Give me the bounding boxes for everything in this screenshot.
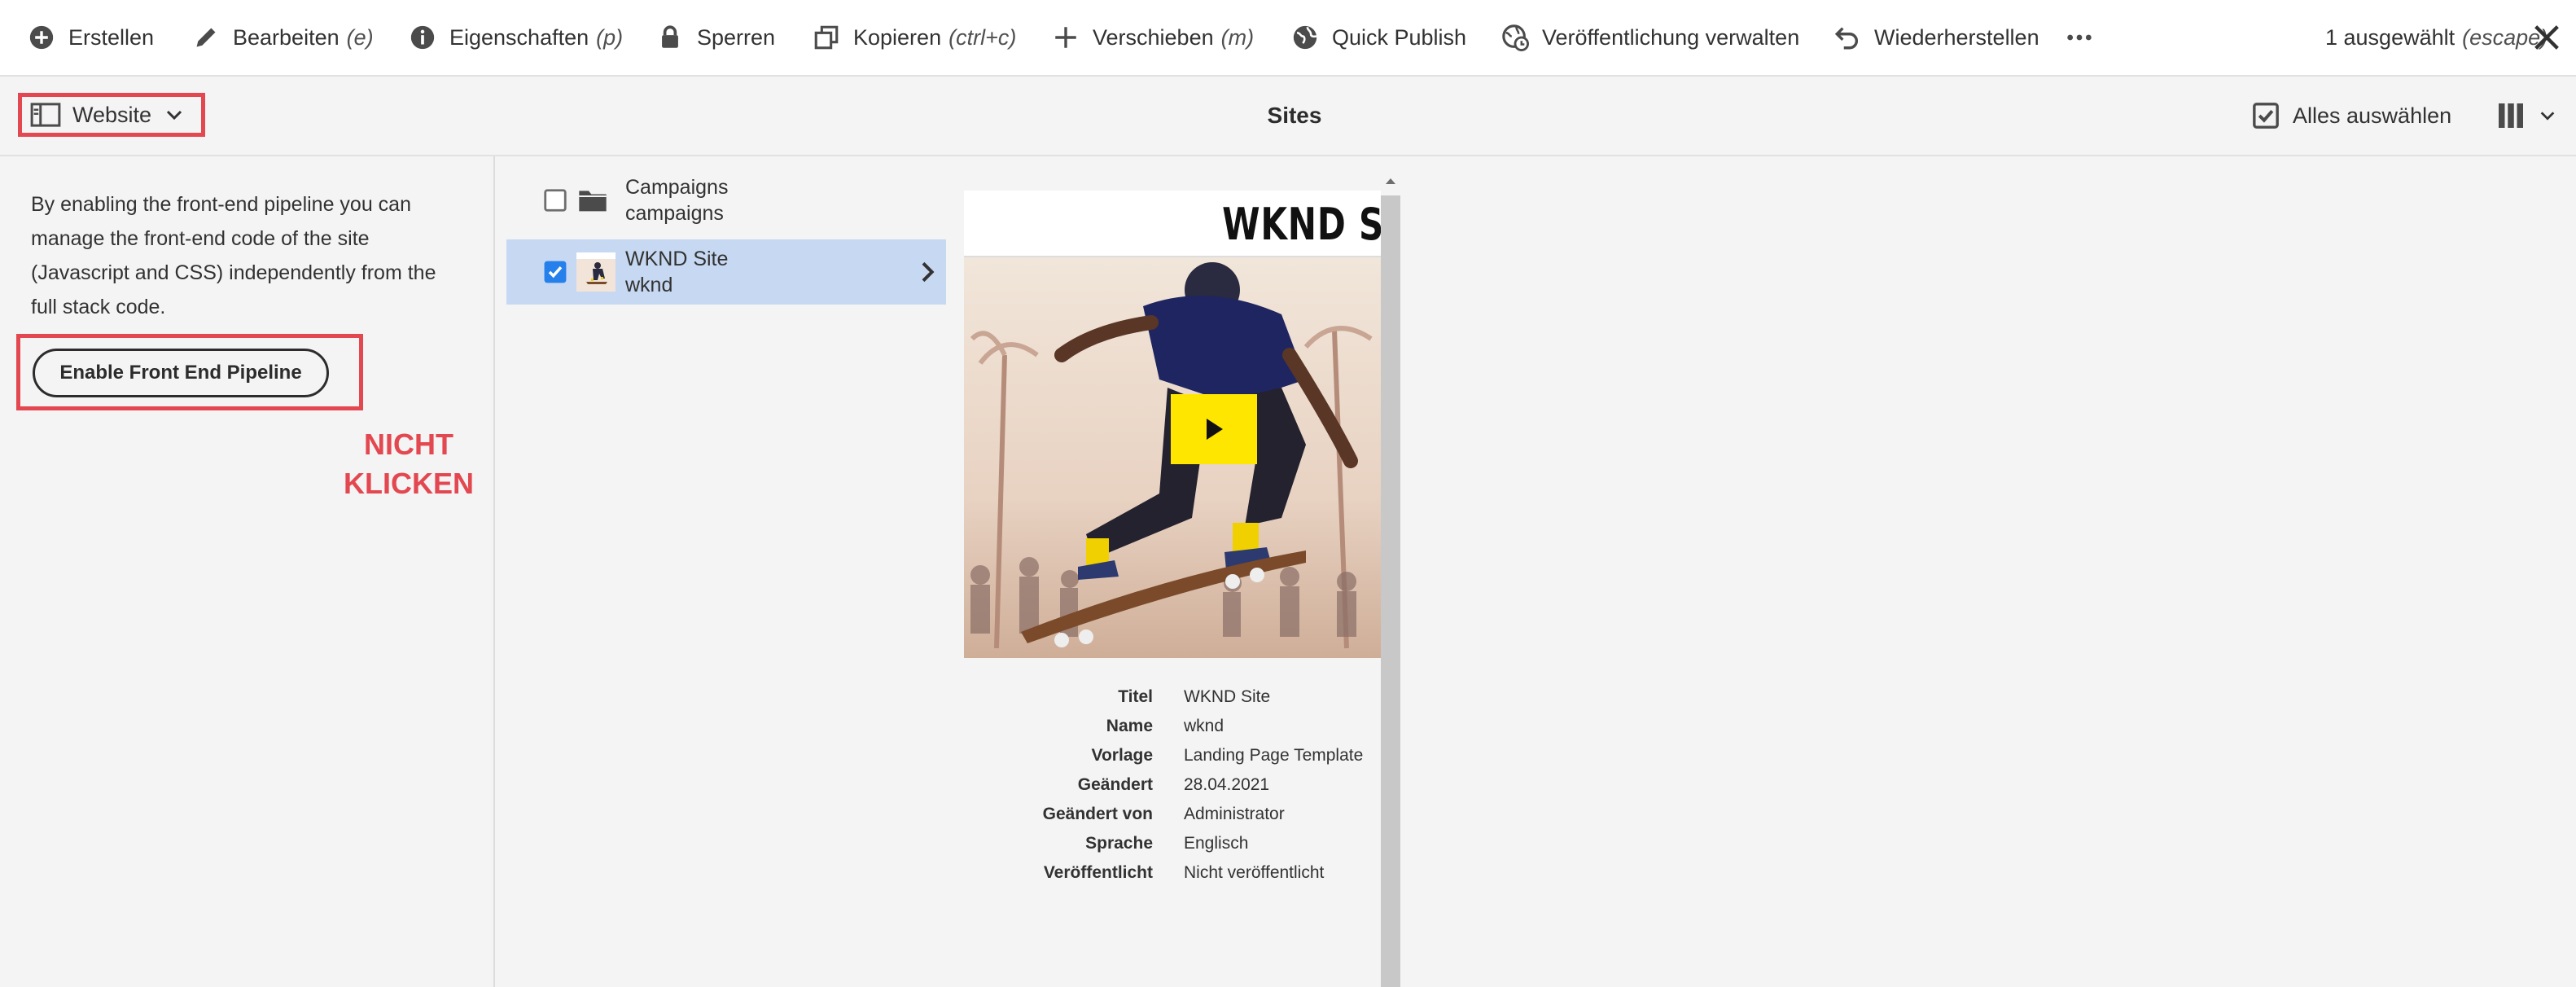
move-shortcut: (m)	[1220, 24, 1255, 50]
folder-icon	[579, 191, 607, 212]
meta-row-title: Titel WKND Site	[957, 687, 1381, 717]
create-button[interactable]: Erstellen	[28, 0, 154, 75]
copy-label: Kopieren	[853, 24, 942, 50]
page-preview-image: WKND S	[964, 191, 1381, 658]
rail-toggle-label: Website	[72, 102, 152, 127]
warning-line-1: NICHT	[364, 428, 453, 461]
wknd-logo: WKND S	[1222, 199, 1381, 250]
left-rail: By enabling the front-end pipeline you c…	[0, 156, 495, 987]
rail-panel-icon	[30, 103, 61, 127]
play-icon	[1207, 419, 1223, 440]
action-bar: Erstellen Bearbeiten (e) Eigenschaften (…	[0, 0, 2576, 77]
meta-row-name: Name wknd	[957, 717, 1381, 746]
item-title: WKND Site	[625, 248, 729, 270]
item-name: campaigns	[625, 202, 724, 225]
chevron-right-icon[interactable]	[913, 259, 940, 285]
checkbox[interactable]	[544, 189, 567, 212]
restore-button[interactable]: Wiederherstellen	[1833, 0, 2039, 75]
quick-publish-label: Quick Publish	[1332, 24, 1467, 50]
checkbox-checked-icon	[2253, 103, 2279, 129]
create-label: Erstellen	[68, 24, 155, 50]
edit-button[interactable]: Bearbeiten (e)	[192, 0, 374, 75]
list-item-wknd-site[interactable]: WKND Site wknd	[506, 239, 946, 305]
info-icon	[410, 25, 435, 50]
meta-key: Name	[1106, 717, 1153, 735]
manage-publication-label: Veröffentlichung verwalten	[1542, 24, 1800, 50]
properties-shortcut: (p)	[596, 24, 624, 50]
list-item-campaigns[interactable]: Campaigns campaigns	[506, 168, 946, 233]
lock-label: Sperren	[697, 24, 776, 50]
lock-icon	[662, 25, 678, 48]
warning-line-2: KLICKEN	[344, 467, 474, 500]
preview-site-header: WKND S	[964, 191, 1381, 257]
meta-key: Geändert von	[1042, 805, 1153, 823]
move-label: Verschieben	[1093, 24, 1214, 50]
play-video-button[interactable]	[1171, 394, 1257, 464]
more-actions-button[interactable]	[2065, 0, 2107, 75]
properties-label: Eigenschaften	[449, 24, 589, 50]
add-circle-icon	[29, 25, 54, 50]
scrollbar[interactable]	[1381, 195, 1400, 987]
scroll-up-arrow-icon[interactable]	[1381, 171, 1400, 191]
checkbox-checked[interactable]	[544, 261, 567, 283]
close-icon[interactable]	[2530, 21, 2563, 54]
globe-icon	[1293, 25, 1317, 50]
chevron-down-icon	[2540, 112, 2555, 121]
move-icon	[1055, 27, 1076, 48]
selection-status: 1 ausgewählt (escape)	[2325, 0, 2548, 75]
copy-shortcut: (ctrl+c)	[948, 24, 1017, 50]
enable-front-end-pipeline-button[interactable]: Enable Front End Pipeline	[33, 349, 329, 397]
meta-key: Sprache	[1085, 834, 1153, 853]
meta-row-published: Veröffentlicht Nicht veröffentlicht	[957, 863, 1381, 893]
select-all-label: Alles auswählen	[2293, 103, 2452, 128]
meta-key: Veröffentlicht	[1043, 863, 1153, 882]
meta-key: Titel	[1118, 687, 1153, 706]
meta-value: Administrator	[1184, 805, 1285, 823]
more-icon	[2067, 34, 2092, 41]
copy-icon	[814, 25, 839, 50]
item-name: wknd	[625, 274, 673, 296]
manage-publication-button[interactable]: Veröffentlichung verwalten	[1501, 0, 1799, 75]
pipeline-description: By enabling the front-end pipeline you c…	[31, 193, 436, 318]
copy-button[interactable]: Kopieren (ctrl+c)	[813, 0, 1016, 75]
view-switcher[interactable]	[2496, 98, 2556, 134]
move-button[interactable]: Verschieben (m)	[1052, 0, 1254, 75]
page-title: Sites	[1267, 103, 1322, 128]
rail-toggle-button[interactable]: Website	[18, 93, 205, 137]
chevron-down-icon	[166, 110, 182, 121]
edit-label: Bearbeiten	[233, 24, 340, 50]
meta-row-modified: Geändert 28.04.2021	[957, 775, 1381, 805]
column-view: Campaigns campaigns WKND Site wknd	[495, 156, 956, 987]
restore-label: Wiederherstellen	[1874, 24, 2039, 50]
meta-value: WKND Site	[1184, 687, 1271, 706]
revert-icon	[1834, 27, 1858, 50]
lock-button[interactable]: Sperren	[656, 0, 775, 75]
meta-value: Nicht veröffentlicht	[1184, 863, 1325, 882]
meta-value: 28.04.2021	[1184, 775, 1270, 794]
meta-row-modified-by: Geändert von Administrator	[957, 805, 1381, 834]
page-thumbnail	[576, 252, 616, 292]
item-title: Campaigns	[625, 176, 729, 199]
selection-count: 1 ausgewählt	[2325, 24, 2456, 50]
meta-row-template: Vorlage Landing Page Template	[957, 746, 1381, 775]
preview-column: WKND S Titel WKND Site Name wknd Vorlage…	[957, 156, 1404, 987]
column-view-icon	[2499, 103, 2523, 128]
meta-key: Geändert	[1077, 775, 1153, 794]
meta-key: Vorlage	[1091, 746, 1153, 765]
select-all-button[interactable]: Alles auswählen	[2252, 77, 2451, 155]
meta-value: wknd	[1184, 717, 1224, 735]
edit-shortcut: (e)	[346, 24, 374, 50]
do-not-click-warning: NICHT KLICKEN	[326, 425, 492, 503]
meta-value: Landing Page Template	[1184, 746, 1364, 765]
meta-value: Englisch	[1184, 834, 1249, 853]
globe-clock-icon	[1502, 24, 1529, 51]
properties-button[interactable]: Eigenschaften (p)	[409, 0, 623, 75]
pencil-icon	[196, 28, 216, 47]
meta-row-language: Sprache Englisch	[957, 834, 1381, 863]
quick-publish-button[interactable]: Quick Publish	[1291, 0, 1466, 75]
header-bar: Website Sites Alles auswählen	[0, 77, 2576, 156]
